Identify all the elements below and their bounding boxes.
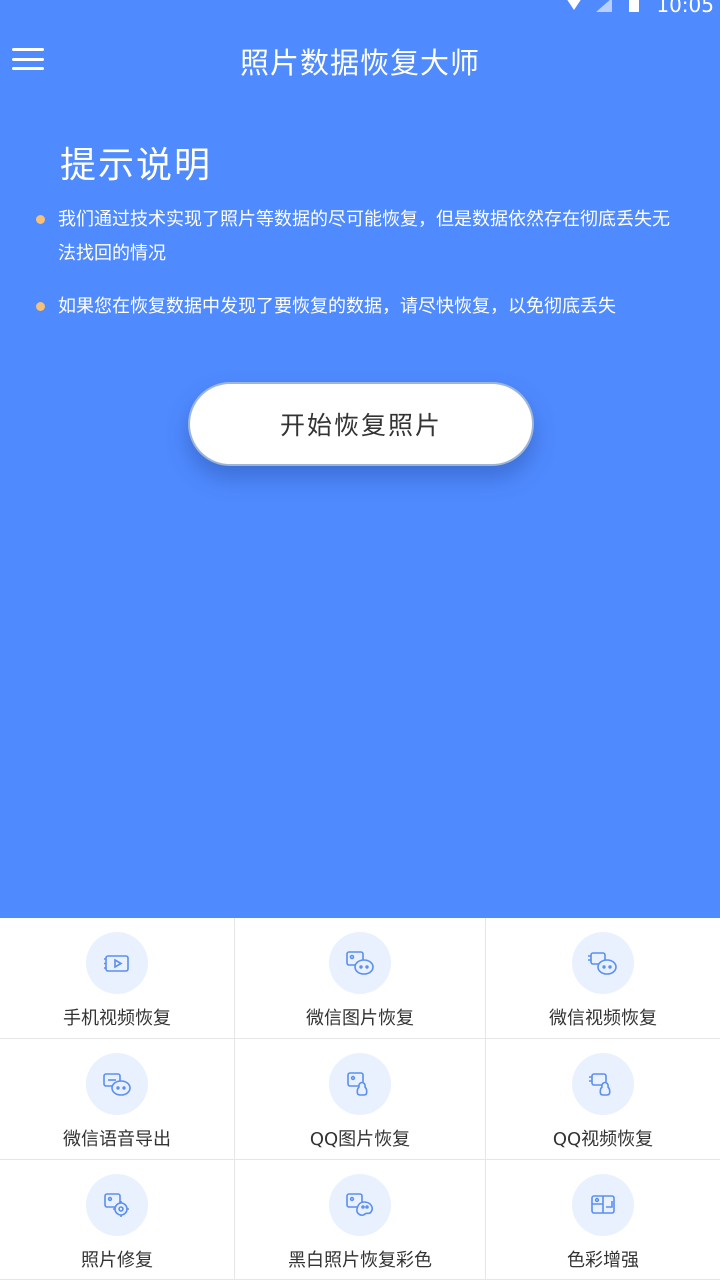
feature-grid: 手机视频恢复 微信图片恢复 微信视频恢复 微信语音导出 QQ图片恢复 QQ视频恢… — [0, 918, 720, 1280]
app-title: 照片数据恢复大师 — [239, 46, 480, 80]
qq-image-icon — [329, 1053, 391, 1115]
notice-item: 如果您在恢复数据中发现了要恢复的数据，请尽快恢复，以免彻底丢失 — [36, 290, 686, 324]
feature-wechat-video[interactable]: 微信视频恢复 — [486, 918, 720, 1039]
feature-label: 黑白照片恢复彩色 — [288, 1250, 432, 1271]
signal-icon — [596, 0, 613, 12]
notice-title: 提示说明 — [60, 145, 213, 186]
photo-repair-icon — [86, 1174, 148, 1236]
feature-wechat-image[interactable]: 微信图片恢复 — [235, 918, 486, 1039]
video-icon — [86, 932, 148, 994]
notice-item-text: 我们通过技术实现了照片等数据的尽可能恢复，但是数据依然存在彻底丢失无法找回的情况 — [58, 209, 670, 264]
feature-color-enhance[interactable]: 色彩增强 — [486, 1160, 720, 1280]
status-bar: 10:05 — [566, 0, 720, 17]
feature-wechat-voice[interactable]: 微信语音导出 — [0, 1039, 235, 1160]
battery-icon — [629, 0, 640, 12]
wechat-video-icon — [572, 932, 634, 994]
header-panel: 10:05 照片数据恢复大师 提示说明 我们通过技术实现了照片等数据的尽可能恢复… — [0, 0, 720, 918]
notice-item: 我们通过技术实现了照片等数据的尽可能恢复，但是数据依然存在彻底丢失无法找回的情况 — [36, 203, 686, 271]
feature-label: 手机视频恢复 — [63, 1008, 171, 1029]
feature-label: 微信语音导出 — [63, 1129, 171, 1150]
bullet-dot — [36, 302, 45, 311]
feature-label: 照片修复 — [81, 1250, 153, 1271]
feature-label: 微信视频恢复 — [549, 1008, 657, 1029]
feature-qq-video[interactable]: QQ视频恢复 — [486, 1039, 720, 1160]
colorize-icon — [329, 1174, 391, 1236]
feature-label: 微信图片恢复 — [306, 1008, 414, 1029]
wifi-icon — [567, 0, 582, 10]
bullet-dot — [36, 215, 45, 224]
feature-phone-video[interactable]: 手机视频恢复 — [0, 918, 235, 1039]
start-recovery-button[interactable]: 开始恢复照片 — [188, 382, 534, 466]
feature-colorize[interactable]: 黑白照片恢复彩色 — [235, 1160, 486, 1280]
qq-video-icon — [572, 1053, 634, 1115]
feature-label: QQ图片恢复 — [309, 1129, 411, 1150]
feature-photo-repair[interactable]: 照片修复 — [0, 1160, 235, 1280]
feature-label: QQ视频恢复 — [552, 1129, 654, 1150]
notice-item-text: 如果您在恢复数据中发现了要恢复的数据，请尽快恢复，以免彻底丢失 — [58, 296, 616, 317]
wechat-voice-icon — [86, 1053, 148, 1115]
wechat-image-icon — [329, 932, 391, 994]
color-enhance-icon — [572, 1174, 634, 1236]
status-time: 10:05 — [656, 0, 714, 17]
feature-label: 色彩增强 — [567, 1250, 639, 1271]
feature-qq-image[interactable]: QQ图片恢复 — [235, 1039, 486, 1160]
